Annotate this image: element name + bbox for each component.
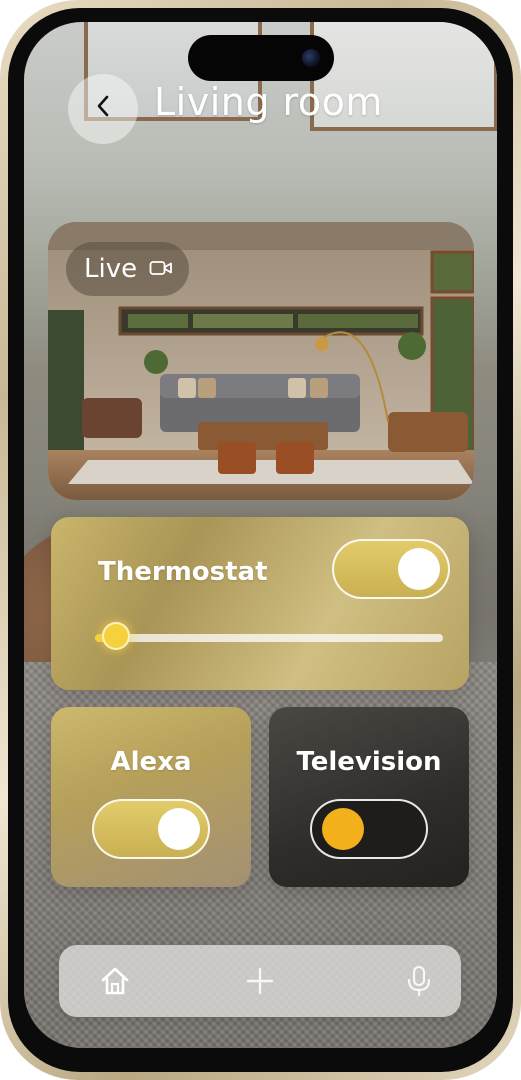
bottom-nav [59,945,461,1017]
chevron-left-icon [95,94,111,125]
television-toggle[interactable] [310,799,428,859]
live-badge[interactable]: Live [66,242,190,296]
thermostat-label: Thermostat [98,557,268,587]
television-label: Television [296,747,442,777]
video-camera-icon [149,254,173,284]
television-card: Television [269,707,469,887]
toggle-knob [398,548,440,590]
thermostat-card: Thermostat [51,517,469,690]
live-camera-feed[interactable]: Live [48,222,474,500]
home-icon[interactable] [97,963,133,999]
toggle-knob [158,808,200,850]
alexa-toggle[interactable] [92,799,210,859]
dynamic-island [188,35,334,81]
app-screen: Living room Live Thermostat Alexa Televi… [24,22,497,1048]
microphone-icon[interactable] [401,963,437,999]
thermostat-slider[interactable] [95,622,443,650]
page-title: Living room [154,80,383,124]
plus-icon[interactable] [242,963,278,999]
alexa-card: Alexa [51,707,251,887]
back-button[interactable] [68,74,138,144]
slider-thumb[interactable] [101,622,130,650]
thermostat-toggle[interactable] [332,539,450,599]
alexa-label: Alexa [110,747,192,777]
front-camera [302,49,320,67]
live-label: Live [84,254,138,284]
toggle-knob [322,808,364,850]
